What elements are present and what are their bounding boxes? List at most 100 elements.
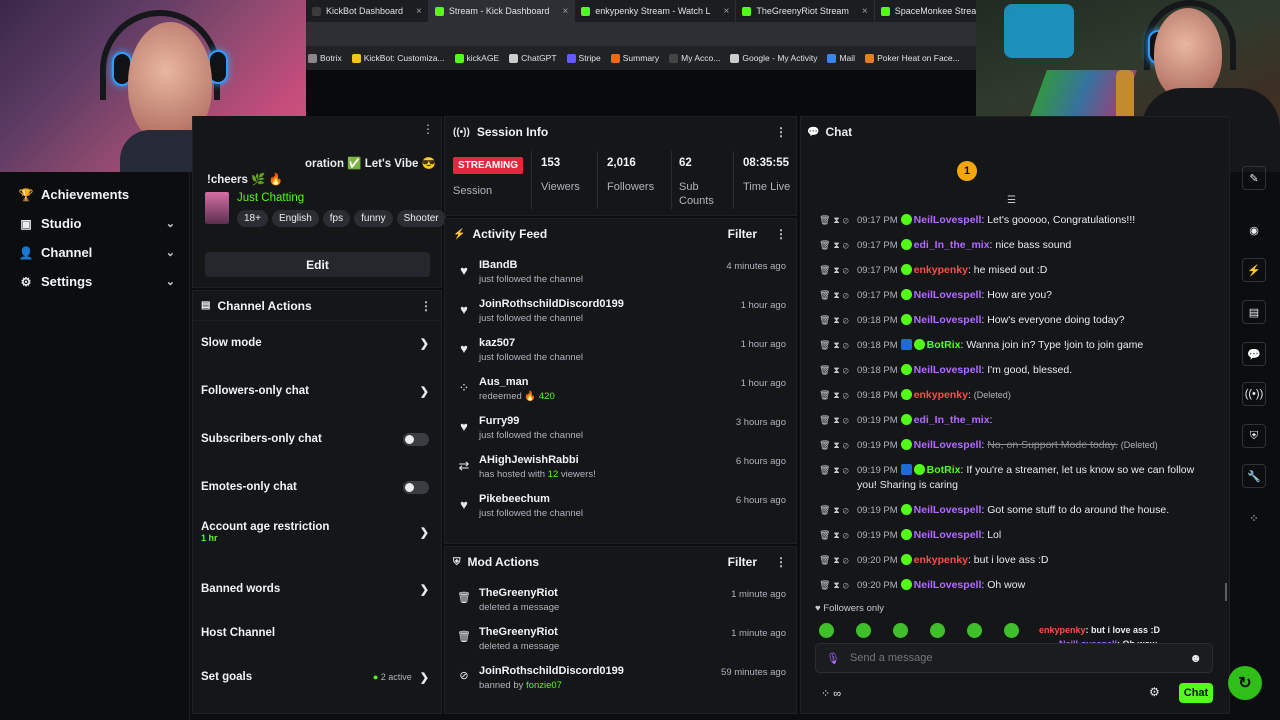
bookmark-item[interactable]: Summary	[610, 53, 659, 63]
chat-username[interactable]: NeilLovespell	[914, 579, 982, 591]
chat-username[interactable]: BotRix	[927, 339, 961, 351]
broadcast-tool-icon[interactable]: ((•))	[1242, 382, 1266, 406]
toggle-switch[interactable]	[403, 480, 429, 494]
tag-chip[interactable]: fps	[322, 210, 351, 227]
chat-username[interactable]: enkypenky	[914, 389, 968, 401]
more-options-icon[interactable]: ⋮	[775, 227, 787, 241]
wrench-icon[interactable]: 🔧	[1242, 464, 1266, 488]
mod-action-icons[interactable]: 🗑⧗⊘	[819, 288, 852, 303]
pinned-gift-icon[interactable]: 1	[957, 161, 977, 181]
filter-button[interactable]: Filter	[728, 227, 757, 241]
channel-action-row[interactable]: Slow mode ❯	[193, 335, 441, 351]
mod-action-icons[interactable]: 🗑⧗⊘	[819, 578, 852, 593]
mod-action-icons[interactable]: 🗑⧗⊘	[819, 388, 852, 403]
browser-tab[interactable]: Stream - Kick Dashboard ×	[428, 0, 576, 22]
chat-username[interactable]: NeilLovespell	[914, 289, 982, 301]
chat-username[interactable]: NeilLovespell	[914, 529, 982, 541]
toggle-switch[interactable]	[403, 432, 429, 446]
tag-chip[interactable]: English	[271, 210, 319, 227]
category-thumbnail[interactable]	[205, 192, 229, 224]
mod-action-icons[interactable]: 🗑⧗⊘	[819, 338, 852, 353]
notes-icon[interactable]: ▤	[1242, 300, 1266, 324]
points-icon[interactable]: ⁘	[1242, 506, 1266, 530]
camera-icon[interactable]: ◉	[1242, 218, 1266, 242]
chat-input-box[interactable]: 🎙 ☻	[815, 643, 1213, 673]
browser-tab[interactable]: KickBot Dashboard ×	[306, 0, 429, 22]
microphone-icon[interactable]: 🎙	[826, 652, 840, 665]
edit-stream-button[interactable]: Edit	[205, 252, 430, 277]
bookmark-item[interactable]: kickAGE	[454, 53, 499, 63]
chat-username[interactable]: NeilLovespell	[914, 364, 982, 376]
channel-action-row[interactable]: Banned words ❯	[193, 581, 441, 597]
kick-fab-button[interactable]: ↻	[1228, 666, 1262, 700]
chat-username[interactable]: BotRix	[927, 464, 961, 476]
sidebar-item-studio[interactable]: ▣ Studio ⌄	[0, 209, 189, 238]
more-options-icon[interactable]: ⋮	[422, 122, 434, 136]
bookmark-item[interactable]: ChatGPT	[509, 53, 557, 63]
send-chat-button[interactable]: Chat	[1179, 683, 1213, 703]
chat-username[interactable]: enkypenky	[914, 554, 968, 566]
tag-chip[interactable]: 18+	[237, 210, 268, 227]
channel-action-row[interactable]: Set goals ● 2 active ❯	[193, 669, 441, 685]
emote-icon[interactable]	[819, 622, 834, 638]
chat-username[interactable]: edi_In_the_mix	[914, 239, 990, 251]
browser-tab[interactable]: enkypenky Stream - Watch L ×	[575, 0, 737, 22]
channel-action-row[interactable]: Account age restriction 1 hr ❯	[193, 521, 441, 543]
bookmark-item[interactable]: My Acco...	[669, 53, 720, 63]
sidebar-item-achievements[interactable]: 🏆 Achievements	[0, 180, 189, 209]
chat-input[interactable]	[849, 652, 1190, 664]
chevron-down-icon[interactable]: ⌄	[166, 217, 175, 230]
emote-icon[interactable]	[856, 622, 871, 638]
sidebar-item-channel[interactable]: 👤 Channel ⌄	[0, 238, 189, 267]
browser-tab[interactable]: SpaceMonkee Stream	[875, 0, 976, 22]
chat-tool-icon[interactable]: 💬	[1242, 342, 1266, 366]
mod-action-icons[interactable]: 🗑⧗⊘	[819, 503, 852, 518]
chat-username[interactable]: NeilLovespell	[914, 214, 982, 226]
address-bar[interactable]	[306, 22, 976, 46]
channel-action-row[interactable]: Subscribers-only chat	[193, 431, 441, 447]
emote-icon[interactable]	[930, 622, 945, 638]
bolt-tool-icon[interactable]: ⚡	[1242, 258, 1266, 282]
mod-action-icons[interactable]: 🗑⧗⊘	[819, 528, 852, 543]
tag-chip[interactable]: funny	[354, 210, 393, 227]
bookmark-item[interactable]: Stripe	[566, 53, 601, 63]
mod-action-icons[interactable]: 🗑⧗⊘	[819, 438, 852, 453]
mod-action-icons[interactable]: 🗑⧗⊘	[819, 313, 852, 328]
channel-action-row[interactable]: Emotes-only chat	[193, 479, 441, 495]
scroll-handle-icon[interactable]: ☰	[1007, 195, 1016, 206]
chevron-right-icon[interactable]: ❯	[420, 526, 429, 539]
more-options-icon[interactable]: ⋮	[420, 299, 432, 313]
emote-icon[interactable]	[967, 622, 982, 638]
bookmark-item[interactable]: Botrix	[308, 53, 342, 63]
more-options-icon[interactable]: ⋮	[775, 555, 787, 569]
mod-action-icons[interactable]: 🗑⧗⊘	[819, 413, 852, 428]
emote-icon[interactable]	[1004, 622, 1019, 638]
mod-action-icons[interactable]: 🗑⧗⊘	[819, 238, 852, 253]
category-link[interactable]: Just Chatting	[237, 192, 304, 204]
tab-close-icon[interactable]: ×	[562, 6, 568, 17]
tab-close-icon[interactable]: ×	[724, 6, 730, 17]
filter-button[interactable]: Filter	[728, 555, 757, 569]
tag-chip[interactable]: Shooter	[396, 210, 446, 227]
chat-scrollbar[interactable]	[1225, 583, 1227, 601]
channel-action-row[interactable]: Followers-only chat ❯	[193, 383, 441, 399]
mod-tool-icon[interactable]: ⛨	[1242, 424, 1266, 448]
tab-close-icon[interactable]: ×	[862, 6, 868, 17]
chat-settings-gear-icon[interactable]: ⚙	[1149, 685, 1160, 699]
channel-action-row[interactable]: Host Channel	[193, 625, 441, 641]
chat-username[interactable]: NeilLovespell	[914, 504, 982, 516]
chat-username[interactable]: NeilLovespell	[914, 314, 982, 326]
chevron-right-icon[interactable]: ❯	[420, 385, 429, 398]
chevron-right-icon[interactable]: ❯	[420, 337, 429, 350]
mod-action-icons[interactable]: 🗑⧗⊘	[819, 553, 852, 568]
more-options-icon[interactable]: ⋮	[775, 125, 787, 139]
sidebar-item-settings[interactable]: ⚙ Settings ⌄	[0, 267, 189, 296]
chevron-right-icon[interactable]: ❯	[420, 671, 429, 684]
browser-tab[interactable]: TheGreenyRiot Stream ×	[736, 0, 875, 22]
mod-action-icons[interactable]: 🗑⧗⊘	[819, 463, 852, 478]
chat-username[interactable]: enkypenky	[914, 264, 968, 276]
mod-action-icons[interactable]: 🗑⧗⊘	[819, 363, 852, 378]
bookmark-item[interactable]: Google - My Activity	[730, 53, 817, 63]
bookmark-item[interactable]: Mail	[827, 53, 855, 63]
bookmark-item[interactable]: KickBot: Customiza...	[351, 53, 445, 63]
